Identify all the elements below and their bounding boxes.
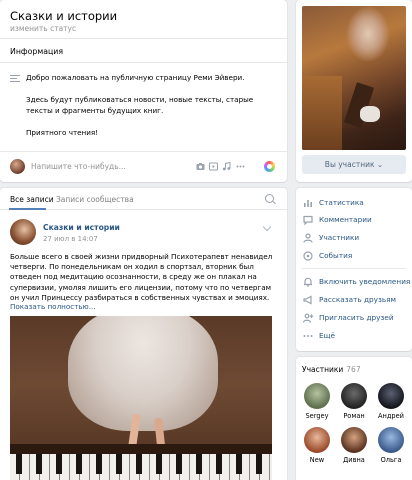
megaphone-icon bbox=[302, 294, 314, 306]
community-menu: Статистика Комментарии Участники События bbox=[296, 188, 412, 351]
more-attach-icon[interactable] bbox=[236, 162, 245, 171]
camera-icon[interactable] bbox=[196, 162, 205, 171]
avatar bbox=[341, 383, 367, 409]
post-text: Больше всего в своей жизни придворный Пс… bbox=[10, 252, 273, 302]
menu-item-label: События bbox=[319, 251, 353, 260]
comments-icon bbox=[302, 214, 314, 226]
menu-item-share[interactable]: Рассказать друзьям bbox=[302, 293, 406, 307]
active-tab-indicator bbox=[9, 208, 46, 210]
description-icon bbox=[10, 75, 20, 83]
menu-item-invite[interactable]: Пригласить друзей bbox=[302, 311, 406, 325]
post-color-icon[interactable] bbox=[264, 161, 275, 172]
member-item[interactable]: New bbox=[300, 427, 334, 464]
tab-community-posts[interactable]: Записи сообщества bbox=[56, 195, 134, 204]
bell-icon bbox=[302, 276, 314, 288]
community-description: Добро пожаловать на публичную страницу Р… bbox=[26, 72, 276, 149]
events-icon bbox=[302, 250, 314, 262]
divider bbox=[302, 268, 406, 269]
divider bbox=[0, 62, 287, 63]
member-item[interactable]: Андрей bbox=[374, 383, 408, 420]
menu-item-comments[interactable]: Комментарии bbox=[302, 213, 406, 227]
cover-image[interactable] bbox=[302, 6, 406, 150]
member-name: Роман bbox=[343, 412, 365, 420]
status-edit-link[interactable]: изменить статус bbox=[10, 24, 76, 33]
post-composer[interactable]: Напишите что-нибудь... bbox=[0, 151, 287, 182]
menu-item-label: Участники bbox=[319, 233, 360, 242]
post-author-avatar[interactable] bbox=[10, 219, 36, 245]
members-icon bbox=[302, 232, 314, 244]
avatar bbox=[378, 427, 404, 453]
post-author[interactable]: Сказки и истории bbox=[43, 223, 120, 232]
menu-item-label: Статистика bbox=[319, 198, 364, 207]
member-name: New bbox=[309, 456, 325, 464]
search-icon[interactable] bbox=[265, 194, 274, 203]
member-item[interactable]: Дивна bbox=[337, 427, 371, 464]
member-name: Sergey bbox=[305, 412, 329, 420]
member-item[interactable]: Sergey bbox=[300, 383, 334, 420]
description-paragraph: Добро пожаловать на публичную страницу Р… bbox=[26, 73, 245, 82]
description-paragraph: Приятного чтения! bbox=[26, 128, 99, 137]
post-image[interactable] bbox=[10, 316, 272, 480]
member-button[interactable]: Вы участник ⌄ bbox=[302, 155, 406, 174]
menu-item-label: Включить уведомления bbox=[319, 277, 411, 286]
members-card: Участники 767 Sergey Роман Андрей New Див… bbox=[296, 357, 412, 480]
more-icon bbox=[302, 330, 314, 342]
avatar bbox=[341, 427, 367, 453]
music-icon[interactable] bbox=[222, 161, 231, 171]
chevron-down-icon[interactable] bbox=[262, 222, 272, 232]
post-date[interactable]: 27 июл в 14:07 bbox=[43, 235, 98, 243]
community-header-card: Сказки и истории изменить статус Информа… bbox=[0, 0, 287, 182]
member-name: Ольга bbox=[380, 456, 402, 464]
members-count: 767 bbox=[346, 365, 361, 374]
wall-card: Все записи Записи сообщества Сказки и ис… bbox=[0, 188, 287, 480]
page-title: Сказки и истории bbox=[10, 9, 118, 23]
page: Сказки и истории изменить статус Информа… bbox=[0, 0, 412, 480]
members-heading-label: Участники bbox=[302, 365, 344, 374]
avatar bbox=[10, 159, 25, 174]
menu-item-label: Рассказать друзьям bbox=[319, 295, 397, 304]
menu-item-more[interactable]: Ещё bbox=[302, 329, 406, 343]
tab-all-posts[interactable]: Все записи bbox=[10, 195, 54, 204]
cover-card: Вы участник ⌄ bbox=[296, 0, 412, 182]
divider bbox=[0, 38, 287, 39]
chart-icon bbox=[302, 197, 314, 209]
description-paragraph: Здесь будут публиковаться новости, новые… bbox=[26, 95, 254, 115]
member-item[interactable]: Роман bbox=[337, 383, 371, 420]
menu-item-notifications[interactable]: Включить уведомления bbox=[302, 275, 410, 289]
member-item[interactable]: Ольга bbox=[374, 427, 408, 464]
video-icon[interactable] bbox=[209, 162, 218, 171]
menu-item-statistics[interactable]: Статистика bbox=[302, 196, 406, 210]
show-more-link[interactable]: Показать полностью... bbox=[10, 302, 96, 311]
menu-item-label: Ещё bbox=[319, 331, 335, 340]
member-name: Дивна bbox=[343, 456, 365, 464]
info-heading: Информация bbox=[10, 47, 64, 56]
avatar bbox=[304, 427, 330, 453]
avatar bbox=[304, 383, 330, 409]
menu-item-events[interactable]: События bbox=[302, 249, 406, 263]
post-input[interactable]: Напишите что-нибудь... bbox=[31, 162, 126, 171]
members-heading[interactable]: Участники 767 bbox=[302, 365, 361, 374]
wall-tabs: Все записи Записи сообщества bbox=[0, 188, 287, 210]
menu-item-label: Пригласить друзей bbox=[319, 313, 394, 322]
member-name: Андрей bbox=[378, 412, 404, 420]
avatar bbox=[378, 383, 404, 409]
invite-icon bbox=[302, 312, 314, 324]
menu-item-label: Комментарии bbox=[319, 215, 372, 224]
menu-item-members[interactable]: Участники bbox=[302, 231, 406, 245]
